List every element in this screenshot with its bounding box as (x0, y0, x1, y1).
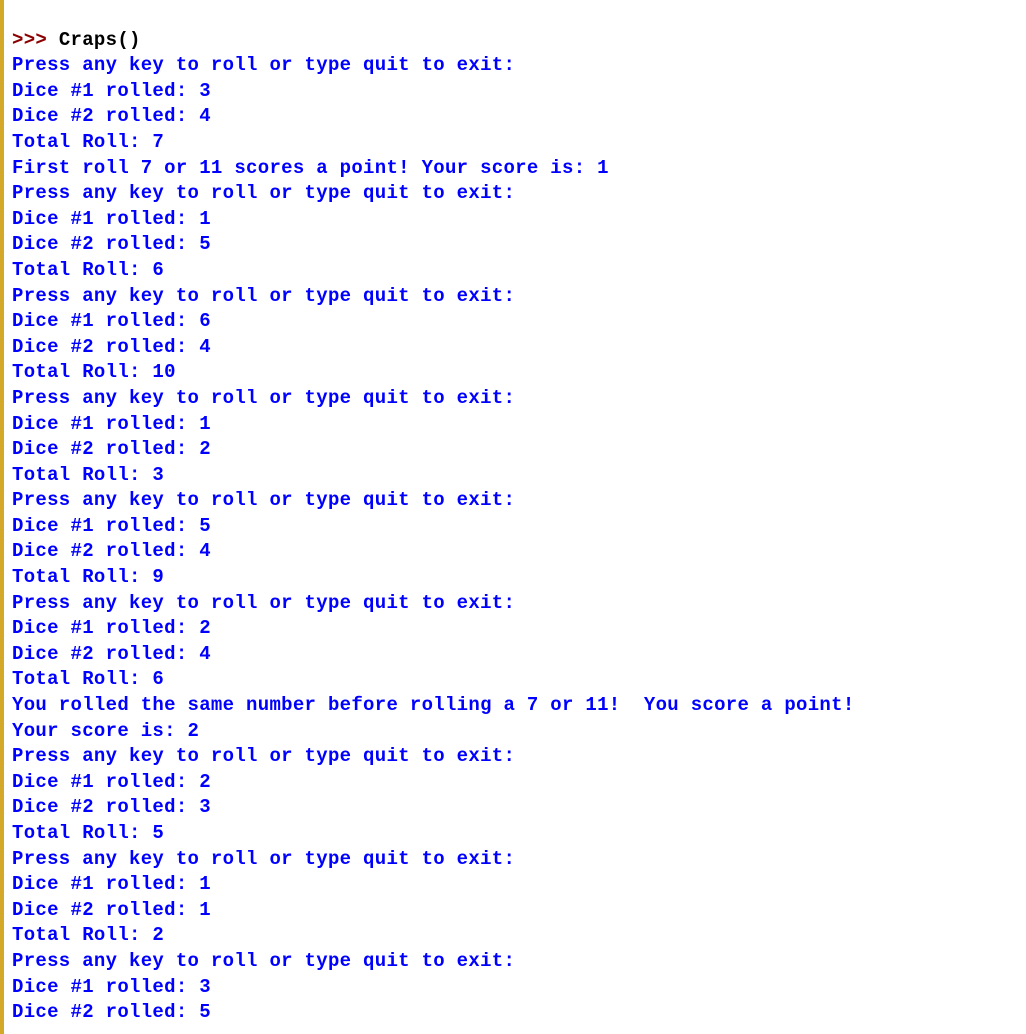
output-line: Press any key to roll or type quit to ex… (12, 386, 1026, 412)
output-line: Press any key to roll or type quit to ex… (12, 181, 1026, 207)
output-line: Dice #2 rolled: 1 (12, 898, 1026, 924)
output-line: Total Roll: 6 (12, 667, 1026, 693)
output-line: Press any key to roll or type quit to ex… (12, 488, 1026, 514)
output-line: Total Roll: 3 (12, 463, 1026, 489)
output-line: Press any key to roll or type quit to ex… (12, 847, 1026, 873)
output-line: Dice #2 rolled: 2 (12, 437, 1026, 463)
output-line: Total Roll: 10 (12, 360, 1026, 386)
output-line: Total Roll: 9 (12, 565, 1026, 591)
output-line: Dice #1 rolled: 6 (12, 309, 1026, 335)
output-line: Total Roll: 6 (12, 258, 1026, 284)
output-line: Press any key to roll or type quit to ex… (12, 53, 1026, 79)
output-line: Total Roll: 2 (12, 923, 1026, 949)
output-line: Dice #1 rolled: 1 (12, 412, 1026, 438)
output-line: Press any key to roll or type quit to ex… (12, 744, 1026, 770)
prompt-symbol: >>> (12, 29, 59, 51)
output-line: Press any key to roll or type quit to ex… (12, 591, 1026, 617)
output-line: Dice #2 rolled: 4 (12, 104, 1026, 130)
prompt-line: >>> Craps() (12, 28, 1026, 54)
output-line: Total Roll: 5 (12, 821, 1026, 847)
output-line: Dice #1 rolled: 1 (12, 872, 1026, 898)
command-input: Craps() (59, 29, 141, 51)
python-console[interactable]: >>> Craps()Press any key to roll or type… (0, 0, 1026, 1034)
output-line: Total Roll: 7 (12, 130, 1026, 156)
output-line: Dice #1 rolled: 3 (12, 975, 1026, 1001)
output-line: Dice #1 rolled: 2 (12, 770, 1026, 796)
output-line: Dice #1 rolled: 5 (12, 514, 1026, 540)
output-line: Dice #2 rolled: 4 (12, 335, 1026, 361)
output-line: Press any key to roll or type quit to ex… (12, 949, 1026, 975)
output-line: You rolled the same number before rollin… (12, 693, 1026, 719)
output-line: First roll 7 or 11 scores a point! Your … (12, 156, 1026, 182)
output-line: Dice #1 rolled: 1 (12, 207, 1026, 233)
output-line: Dice #1 rolled: 3 (12, 79, 1026, 105)
output-line: Press any key to roll or type quit to ex… (12, 284, 1026, 310)
output-line: Your score is: 2 (12, 719, 1026, 745)
output-line: Dice #2 rolled: 5 (12, 232, 1026, 258)
output-line: Dice #2 rolled: 5 (12, 1000, 1026, 1026)
output-line: Dice #2 rolled: 3 (12, 795, 1026, 821)
output-line: Dice #2 rolled: 4 (12, 642, 1026, 668)
output-line: Dice #1 rolled: 2 (12, 616, 1026, 642)
output-line: Dice #2 rolled: 4 (12, 539, 1026, 565)
